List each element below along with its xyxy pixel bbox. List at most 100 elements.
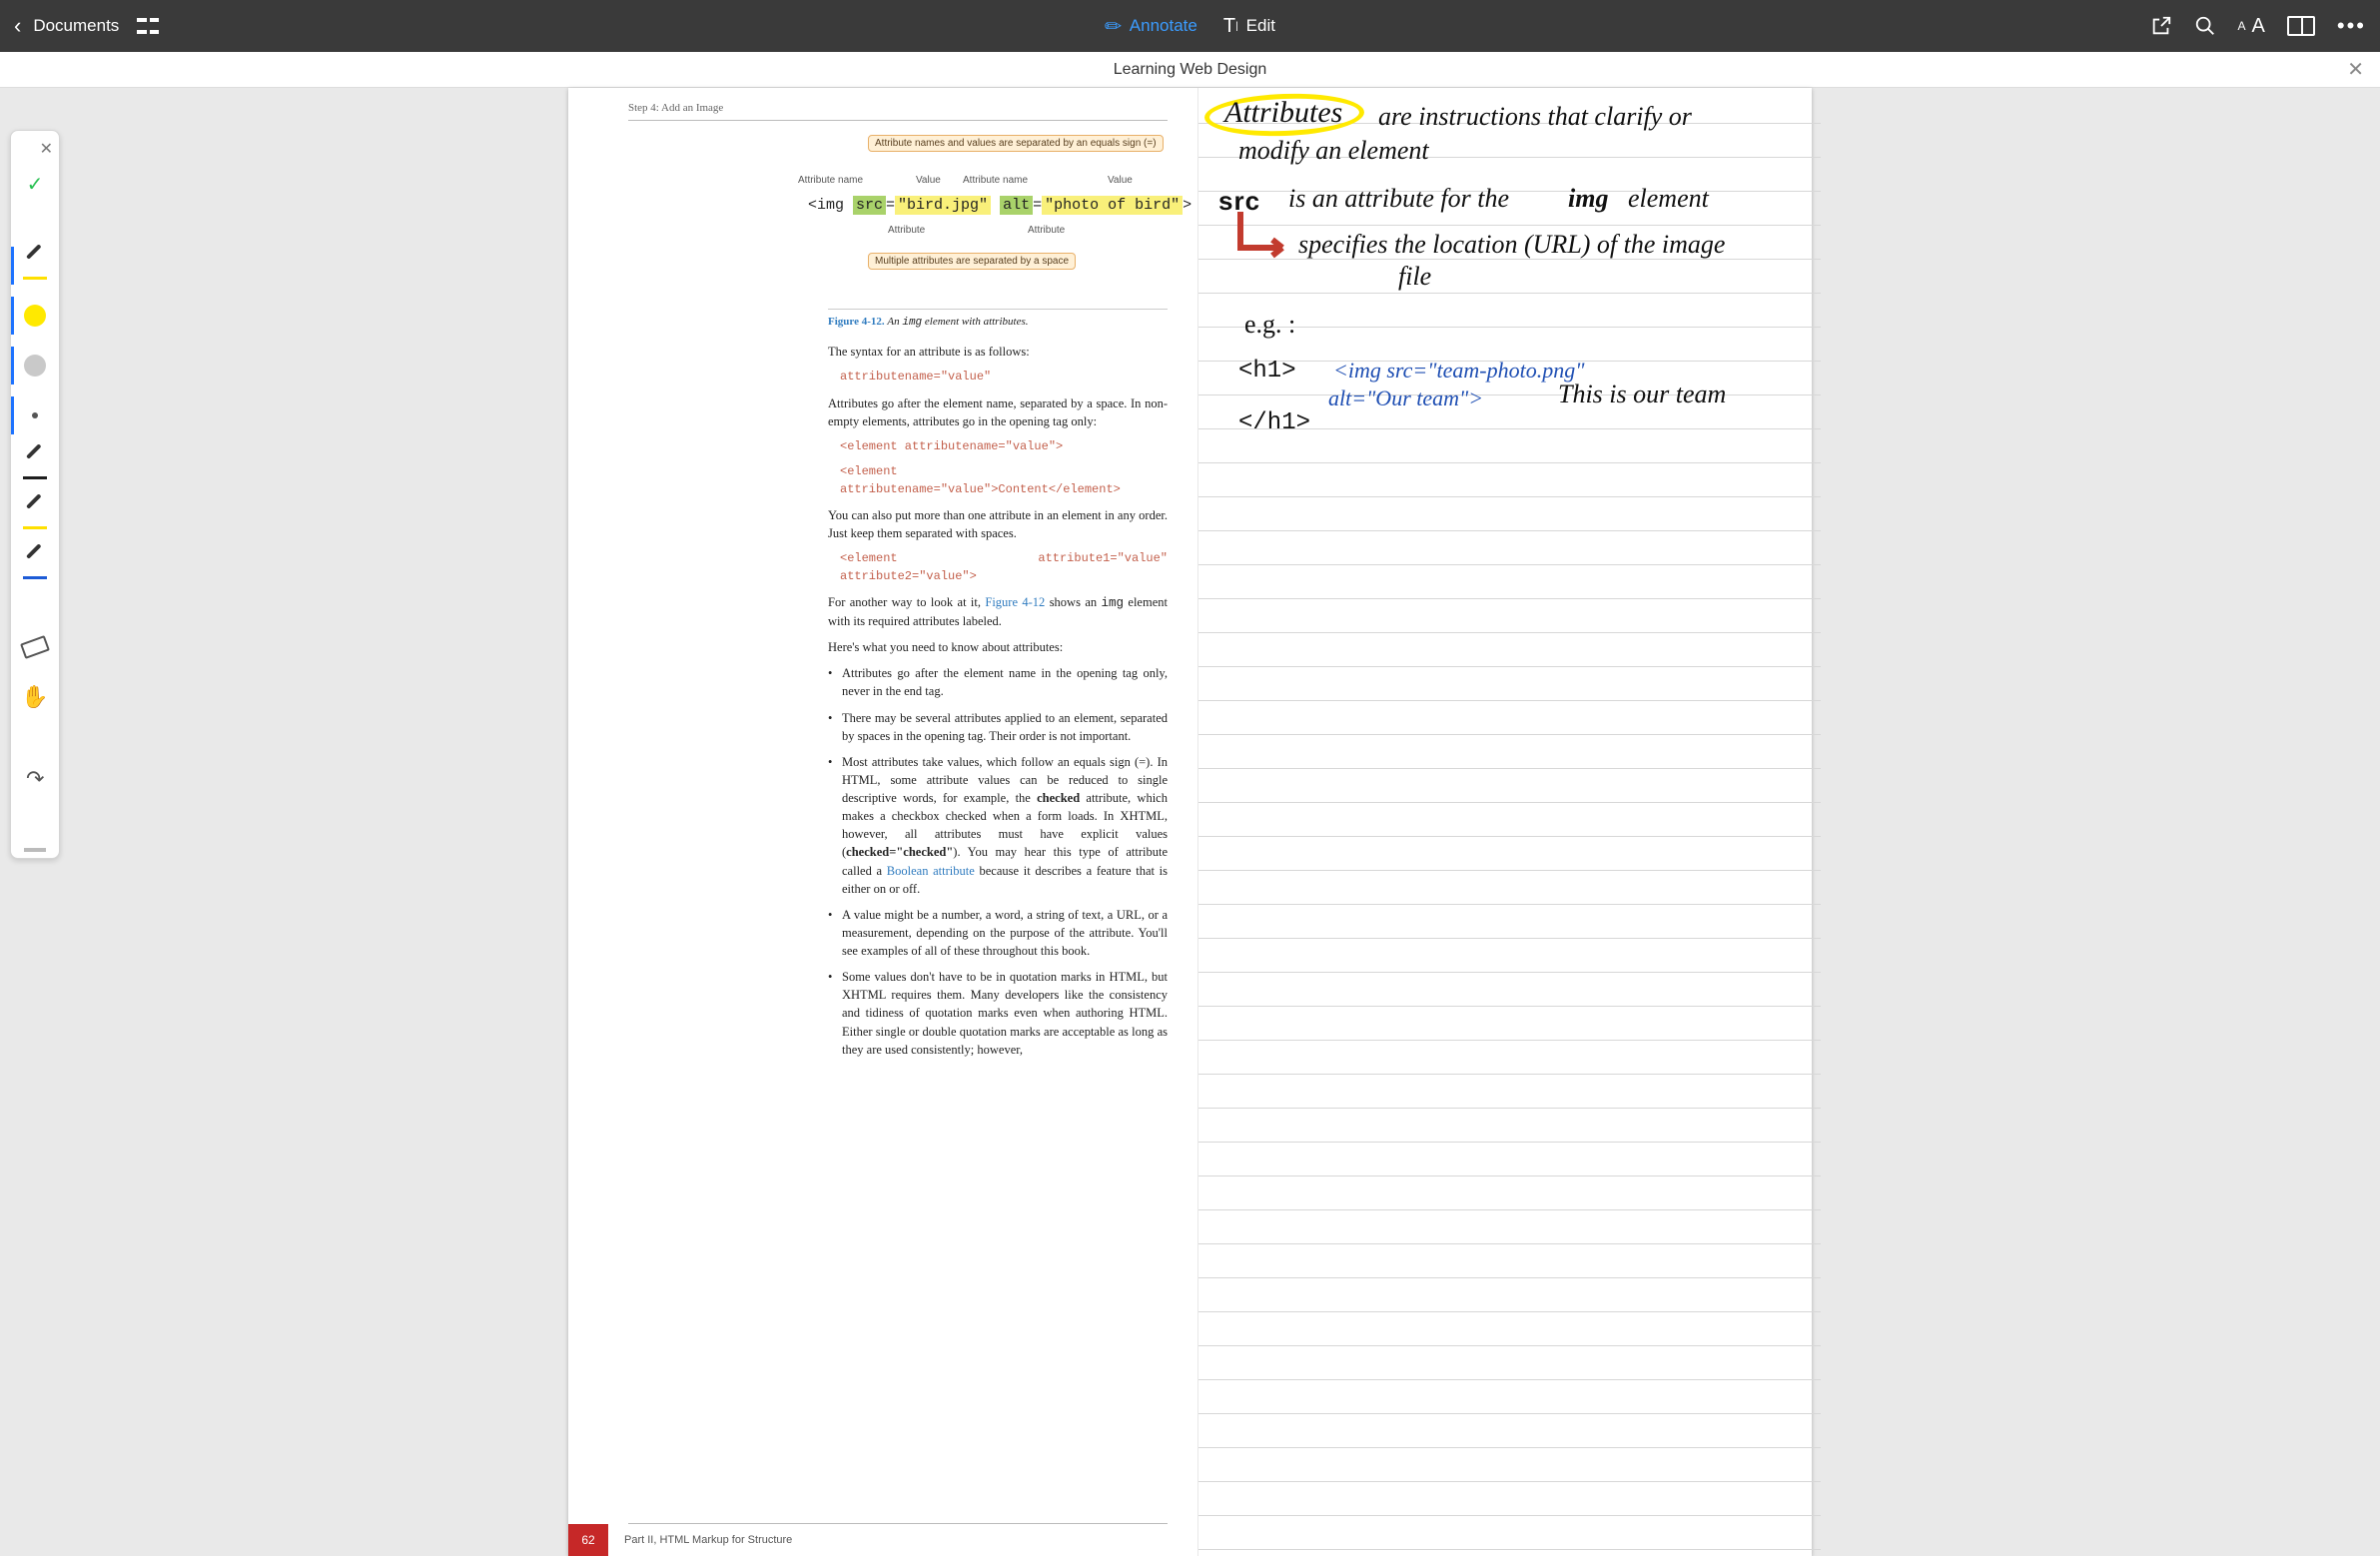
- swatch-icon: [24, 305, 46, 327]
- arrow-icon: [1232, 208, 1292, 268]
- annotate-tab[interactable]: ✎ Annotate: [1105, 14, 1197, 39]
- para-1: The syntax for an attribute is as follow…: [828, 343, 1168, 361]
- undo-icon: ↶: [26, 766, 44, 792]
- note-eg: e.g. :: [1244, 310, 1295, 340]
- code-altval: "photo of bird": [1042, 196, 1183, 215]
- note-code-img: <img src="team-photo.png": [1333, 358, 1584, 384]
- library-button[interactable]: [137, 15, 159, 37]
- attribute-diagram: Attribute names and values are separated…: [808, 135, 1168, 305]
- share-icon[interactable]: [2150, 15, 2172, 37]
- figure-caption: Figure 4-12. An img element with attribu…: [828, 316, 1168, 329]
- p4mono: img: [1102, 596, 1125, 610]
- code-3: <element attributename="value">Content</…: [840, 463, 1168, 498]
- stroke-size[interactable]: [11, 390, 59, 440]
- para-3: You can also put more than one attribute…: [828, 506, 1168, 542]
- label-attribute-2: Attribute: [1028, 225, 1065, 236]
- label-attr-name-2: Attribute name: [963, 175, 1028, 186]
- note-line-3d: element: [1628, 184, 1709, 214]
- pen-black[interactable]: [11, 440, 59, 490]
- para-4: For another way to look at it, Figure 4-…: [828, 593, 1168, 630]
- note-code-h1-open: <h1>: [1238, 358, 1296, 385]
- confirm-button[interactable]: ✓: [11, 159, 59, 209]
- step-header: Step 4: Add an Image: [628, 98, 1168, 118]
- note-code-alt: alt="Our team">: [1328, 386, 1483, 411]
- pencil-icon: ✎: [1099, 11, 1129, 41]
- label-value-1: Value: [916, 175, 941, 186]
- eraser-tool[interactable]: [11, 622, 59, 672]
- note-word-attributes: Attributes: [1224, 96, 1342, 130]
- code-eq2: =: [1033, 197, 1042, 214]
- annotate-label: Annotate: [1130, 16, 1197, 36]
- back-label: Documents: [33, 16, 119, 36]
- pen-blue[interactable]: [11, 540, 59, 590]
- page-right-notes[interactable]: Attributes are instructions that clarify…: [1198, 88, 1821, 1556]
- close-icon[interactable]: ✕: [2347, 57, 2364, 82]
- code-src: src: [853, 196, 886, 215]
- pen-icon: [23, 453, 47, 477]
- note-img: img: [1568, 184, 1608, 214]
- more-icon[interactable]: •••: [2337, 13, 2366, 39]
- p4b: shows an: [1045, 595, 1101, 609]
- color-yellow[interactable]: [11, 291, 59, 341]
- li3b: checked: [1037, 791, 1080, 805]
- tool-palette[interactable]: ✕ ✓ ✋ ↶: [10, 130, 60, 859]
- pen-icon: [23, 553, 47, 577]
- list-item: Some values don't have to be in quotatio…: [828, 968, 1168, 1059]
- text-cursor-icon: T|: [1223, 15, 1238, 38]
- diagram-code: <img src="bird.jpg" alt="photo of bird">: [808, 197, 1191, 214]
- edit-tab[interactable]: T| Edit: [1223, 15, 1275, 38]
- fig-mono: img: [902, 317, 922, 329]
- note-line-1b: are instructions that clarify or: [1378, 102, 1692, 132]
- code-eq1: =: [886, 197, 895, 214]
- li3d: checked="checked": [846, 845, 953, 859]
- label-attr-name-1: Attribute name: [798, 175, 863, 186]
- figure-rule: [828, 309, 1168, 310]
- document-title: Learning Web Design: [1114, 61, 1267, 79]
- code-srcval: "bird.jpg": [895, 196, 991, 215]
- pen-tool[interactable]: [11, 241, 59, 291]
- hand-icon: ✋: [21, 684, 48, 710]
- callout-bottom: Multiple attributes are separated by a s…: [868, 253, 1076, 270]
- header-rule: [628, 120, 1168, 121]
- boolean-link[interactable]: Boolean attribute: [887, 864, 975, 878]
- figure-link[interactable]: Figure 4-12: [985, 595, 1045, 609]
- figure-number: Figure 4-12.: [828, 316, 885, 328]
- drag-handle-icon[interactable]: [24, 848, 46, 852]
- edit-label: Edit: [1246, 16, 1275, 36]
- back-button[interactable]: ‹ Documents: [14, 13, 119, 39]
- top-toolbar: ‹ Documents ✎ Annotate T| Edit AA •••: [0, 0, 2380, 52]
- pen-highlight[interactable]: [11, 490, 59, 540]
- eraser-icon: [20, 635, 50, 659]
- label-attribute-1: Attribute: [888, 225, 925, 236]
- palette-close-icon[interactable]: ✕: [40, 139, 53, 159]
- note-code-text: This is our team: [1558, 380, 1726, 409]
- chevron-left-icon: ‹: [14, 13, 21, 39]
- font-size-icon[interactable]: AA: [2238, 15, 2265, 38]
- page-footer: 62 Part II, HTML Markup for Structure: [568, 1524, 1197, 1556]
- dot-icon: [32, 412, 38, 418]
- list-item: There may be several attributes applied …: [828, 709, 1168, 745]
- code-4: <element attribute1="value" attribute2="…: [840, 550, 1168, 585]
- note-line-2: modify an element: [1238, 136, 1429, 166]
- note-line-4b: file: [1398, 262, 1431, 292]
- page-left: Step 4: Add an Image Attribute names and…: [568, 88, 1198, 1556]
- search-icon[interactable]: [2194, 15, 2216, 37]
- callout-top: Attribute names and values are separated…: [868, 135, 1164, 152]
- label-value-2: Value: [1108, 175, 1133, 186]
- para-5: Here's what you need to know about attri…: [828, 638, 1168, 656]
- code-alt: alt: [1000, 196, 1033, 215]
- fig-text-b: element with attributes.: [922, 316, 1028, 328]
- document-title-bar: Learning Web Design ✕: [0, 52, 2380, 88]
- reading-view-icon[interactable]: [2287, 16, 2315, 36]
- undo-button[interactable]: ↶: [11, 754, 59, 804]
- swatch-icon: [24, 355, 46, 377]
- check-icon: ✓: [27, 172, 44, 197]
- pen-icon: [23, 254, 47, 278]
- code-prefix: <img: [808, 197, 853, 214]
- color-gray[interactable]: [11, 341, 59, 390]
- lined-paper: [1198, 88, 1821, 1556]
- note-line-4: specifies the location (URL) of the imag…: [1298, 230, 1725, 260]
- footer-text: Part II, HTML Markup for Structure: [624, 1534, 792, 1546]
- attribute-list: Attributes go after the element name in …: [828, 664, 1168, 1059]
- hand-tool[interactable]: ✋: [11, 672, 59, 722]
